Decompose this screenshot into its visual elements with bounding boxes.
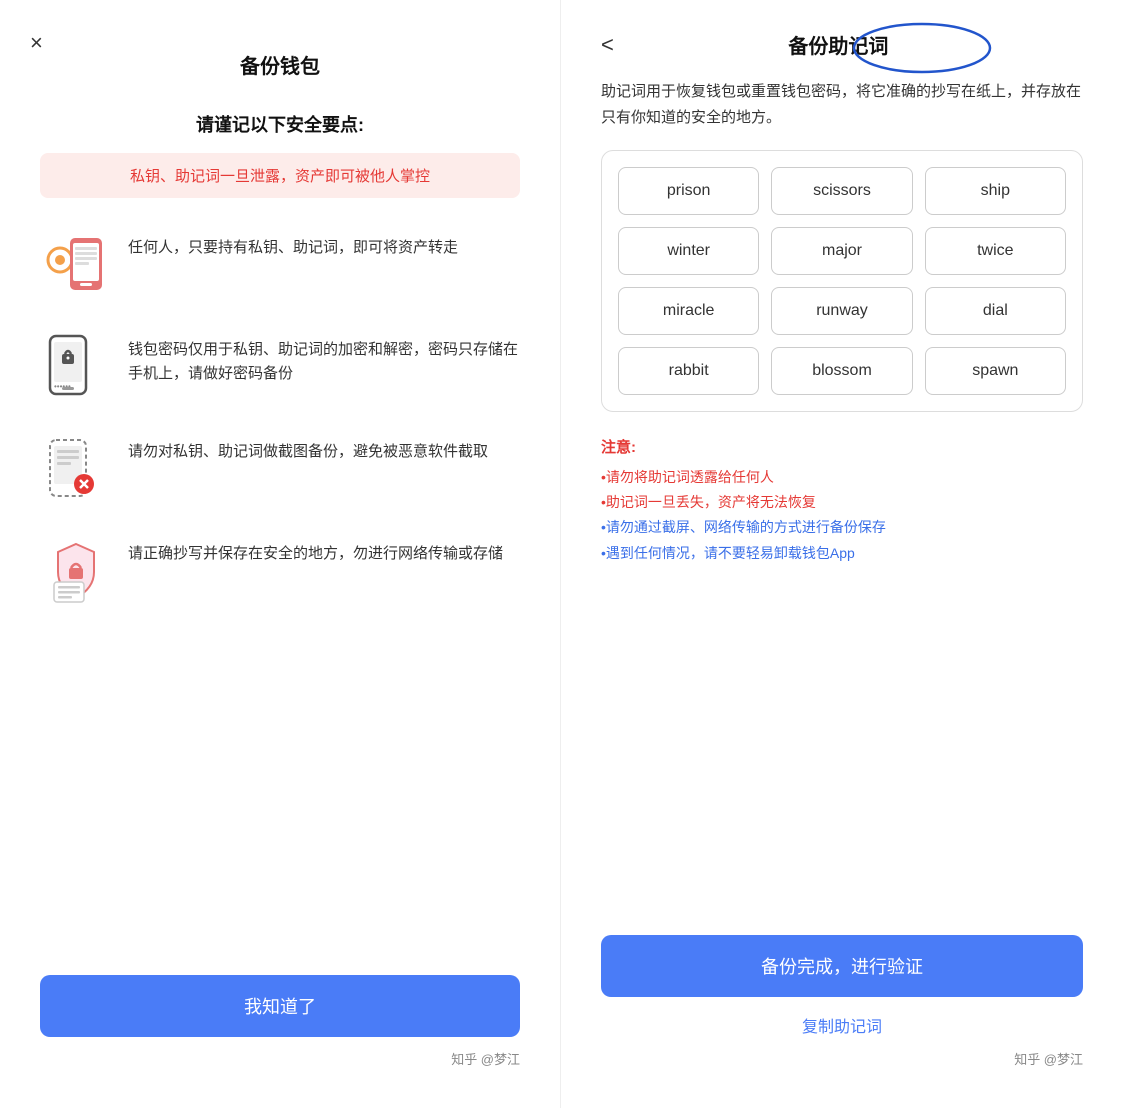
right-panel: < 备份助记词 助记词用于恢复钱包或重置钱包密码，将它准确的抄写在纸上，并存放在… — [561, 0, 1123, 1108]
confirm-button[interactable]: 我知道了 — [40, 975, 520, 1037]
notice-item-2: •助记词一旦丢失，资产将无法恢复 — [601, 490, 1083, 515]
mnemonic-word-5: major — [771, 227, 912, 275]
mnemonic-word-4: winter — [618, 227, 759, 275]
back-button[interactable]: < — [601, 32, 614, 58]
description: 助记词用于恢复钱包或重置钱包密码，将它准确的抄写在纸上，并存放在只有你知道的安全… — [601, 79, 1083, 130]
notice-item-1: •请勿将助记词透露给任何人 — [601, 465, 1083, 490]
left-bottom: 我知道了 知乎 @梦江 — [40, 955, 520, 1068]
right-watermark: 知乎 @梦江 — [601, 1049, 1083, 1068]
security-item-3: 请勿对私钥、助记词做截图备份，避免被恶意软件截取 — [40, 434, 520, 506]
mnemonic-grid-container: prisonscissors ship wintermajor twice miracl… — [601, 150, 1083, 412]
mnemonic-word-1: prison — [618, 167, 759, 215]
close-button[interactable]: × — [30, 30, 43, 56]
mnemonic-word-6: twice — [925, 227, 1066, 275]
mnemonic-word-10: rabbit — [618, 347, 759, 395]
notice-item-3: •请勿通过截屏、网络传输的方式进行备份保存 — [601, 515, 1083, 540]
notice-item-4: •遇到任何情况，请不要轻易卸载钱包App — [601, 541, 1083, 566]
security-item-4-text: 请正确抄写并保存在安全的地方，勿进行网络传输或存储 — [128, 536, 503, 566]
mnemonic-grid: prisonscissors ship wintermajor twice miracl… — [618, 167, 1066, 395]
security-item-4: 请正确抄写并保存在安全的地方，勿进行网络传输或存储 — [40, 536, 520, 608]
section-heading: 请谨记以下安全要点: — [40, 111, 520, 137]
mnemonic-word-11: blossom — [771, 347, 912, 395]
security-item-1-text: 任何人，只要持有私钥、助记词，即可将资产转走 — [128, 230, 458, 260]
right-bottom: 备份完成，进行验证 复制助记词 知乎 @梦江 — [601, 935, 1083, 1068]
mnemonic-word-7: miracle — [618, 287, 759, 335]
mnemonic-word-9: dial — [925, 287, 1066, 335]
notice-section: 注意: •请勿将助记词透露给任何人•助记词一旦丢失，资产将无法恢复•请勿通过截屏… — [601, 436, 1083, 566]
verify-button[interactable]: 备份完成，进行验证 — [601, 935, 1083, 997]
mnemonic-word-12: spawn — [925, 347, 1066, 395]
left-watermark: 知乎 @梦江 — [40, 1049, 520, 1068]
copy-mnemonic-link[interactable]: 复制助记词 — [601, 1013, 1083, 1037]
notice-title: 注意: — [601, 436, 1083, 457]
phone-lock-icon: •••••• — [40, 332, 112, 404]
left-title: 备份钱包 — [40, 40, 520, 79]
save-doc-icon — [40, 536, 112, 608]
screenshot-block-icon — [40, 434, 112, 506]
security-item-2-text: 钱包密码仅用于私钥、助记词的加密和解密，密码只存储在手机上，请做好密码备份 — [128, 332, 520, 386]
warning-banner: 私钥、助记词一旦泄露，资产即可被他人掌控 — [40, 153, 520, 198]
notices-container: •请勿将助记词透露给任何人•助记词一旦丢失，资产将无法恢复•请勿通过截屏、网络传… — [601, 465, 1083, 566]
mnemonic-word-2: scissors — [771, 167, 912, 215]
right-title: 备份助记词 — [624, 30, 1053, 59]
mnemonic-word-8: runway — [771, 287, 912, 335]
security-item-2: •••••• 钱包密码仅用于私钥、助记词的加密和解密，密码只存储在手机上，请做好… — [40, 332, 520, 404]
security-item-3-text: 请勿对私钥、助记词做截图备份，避免被恶意软件截取 — [128, 434, 488, 464]
key-phone-icon — [40, 230, 112, 302]
security-item-1: 任何人，只要持有私钥、助记词，即可将资产转走 — [40, 230, 520, 302]
mnemonic-word-3: ship — [925, 167, 1066, 215]
right-header: < 备份助记词 — [601, 30, 1083, 59]
left-panel: × 备份钱包 请谨记以下安全要点: 私钥、助记词一旦泄露，资产即可被他人掌控 — [0, 0, 561, 1108]
